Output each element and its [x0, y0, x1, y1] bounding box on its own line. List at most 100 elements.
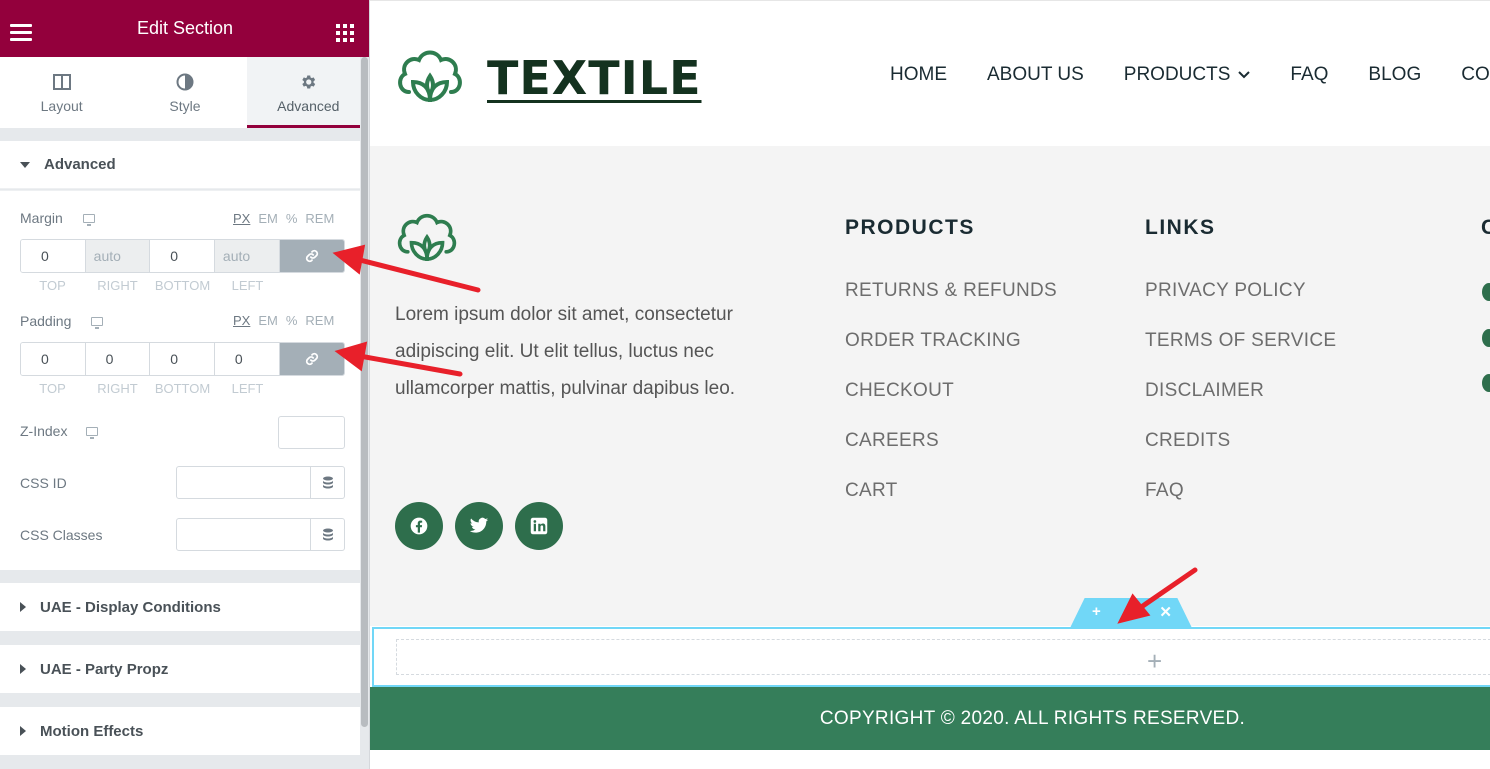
margin-units: PX EM % REM	[233, 211, 334, 226]
tab-layout[interactable]: Layout	[0, 57, 123, 128]
copyright-bar: COPYRIGHT © 2020. ALL RIGHTS RESERVED.	[370, 687, 1490, 750]
nav-item-home[interactable]: HOME	[890, 64, 947, 86]
footer-link[interactable]: CAREERS	[845, 426, 1057, 476]
margin-bottom-input[interactable]: 0	[150, 240, 215, 272]
unit-px[interactable]: PX	[233, 313, 250, 328]
chevron-down-icon	[1238, 71, 1251, 79]
css-id-input[interactable]	[176, 466, 311, 499]
footer-link[interactable]: ORDER TRACKING	[845, 326, 1057, 376]
desktop-icon[interactable]	[86, 427, 98, 439]
linkedin-icon[interactable]	[515, 502, 563, 550]
padding-bottom-input[interactable]: 0	[150, 343, 215, 375]
nav-item-blog[interactable]: BLOG	[1368, 64, 1421, 86]
database-icon	[322, 476, 333, 489]
unit-percent[interactable]: %	[286, 211, 298, 226]
cotton-logo-icon	[397, 213, 457, 261]
footer-links-list: PRIVACY POLICY TERMS OF SERVICE DISCLAIM…	[1145, 276, 1336, 526]
nav-item-faq[interactable]: FAQ	[1290, 64, 1328, 86]
add-element-icon[interactable]: +	[1147, 646, 1162, 677]
section-party-propz[interactable]: UAE - Party Propz	[0, 645, 360, 693]
padding-top-input[interactable]: 0	[21, 343, 86, 375]
caret-right-icon	[20, 726, 26, 736]
copyright-text: COPYRIGHT © 2020. ALL RIGHTS RESERVED.	[819, 707, 1246, 729]
add-icon[interactable]: +	[1092, 603, 1101, 621]
side-label: LEFT	[231, 381, 264, 396]
location-icon	[1482, 283, 1490, 301]
z-index-input[interactable]	[278, 416, 345, 449]
drag-handle-icon[interactable]: ⁞⁞	[1125, 603, 1135, 621]
footer-link[interactable]: FAQ	[1145, 476, 1336, 526]
side-label: TOP	[39, 278, 66, 293]
dynamic-tags-button[interactable]	[311, 466, 345, 499]
footer-link[interactable]: CREDITS	[1145, 426, 1336, 476]
dynamic-tags-button[interactable]	[311, 518, 345, 551]
footer-link[interactable]: TERMS OF SERVICE	[1145, 326, 1336, 376]
panel-header: Edit Section	[0, 0, 369, 57]
side-label: TOP	[39, 381, 66, 396]
padding-left-input[interactable]: 0	[214, 343, 280, 375]
nav-item-about-us[interactable]: ABOUT US	[987, 64, 1084, 86]
nav-item-label: PRODUCTS	[1123, 64, 1231, 85]
link-icon	[305, 352, 318, 366]
empty-column-placeholder[interactable]: +	[396, 639, 1490, 677]
margin-right-input[interactable]: auto	[85, 240, 151, 272]
empty-section[interactable]: +	[372, 627, 1490, 687]
panel-title: Edit Section	[136, 18, 234, 38]
footer-link[interactable]: DISCLAIMER	[1145, 376, 1336, 426]
nav-item-contact[interactable]: CO	[1461, 64, 1490, 86]
widgets-grid-icon[interactable]	[336, 24, 354, 42]
unit-rem[interactable]: REM	[305, 211, 334, 226]
footer-link[interactable]: CHECKOUT	[845, 376, 1057, 426]
contrast-icon	[175, 72, 195, 92]
phone-icon	[1482, 329, 1490, 347]
tab-label: Style	[169, 97, 201, 114]
section-title: UAE - Party Propz	[40, 660, 169, 678]
section-advanced-header[interactable]: Advanced	[0, 141, 360, 189]
footer-section[interactable]: Lorem ipsum dolor sit amet, consectetur …	[370, 146, 1490, 626]
unit-percent[interactable]: %	[286, 313, 298, 328]
close-icon[interactable]: ✕	[1159, 603, 1172, 621]
brand-name[interactable]: TEXTILE	[487, 51, 702, 105]
link-values-button[interactable]	[279, 343, 344, 375]
footer-link[interactable]: CART	[845, 476, 1057, 526]
footer-products-list: RETURNS & REFUNDS ORDER TRACKING CHECKOU…	[845, 276, 1057, 526]
twitter-icon[interactable]	[455, 502, 503, 550]
link-values-button[interactable]	[279, 240, 344, 272]
section-title: Motion Effects	[40, 722, 144, 740]
caret-right-icon	[20, 664, 26, 674]
footer-about-text: Lorem ipsum dolor sit amet, consectetur …	[395, 304, 736, 399]
padding-right-input[interactable]: 0	[85, 343, 151, 375]
scrollbar-thumb[interactable]	[361, 57, 368, 727]
footer-link[interactable]: RETURNS & REFUNDS	[845, 276, 1057, 326]
section-display-conditions[interactable]: UAE - Display Conditions	[0, 583, 360, 631]
desktop-icon[interactable]	[83, 214, 95, 226]
gear-icon	[298, 72, 318, 92]
section-motion-effects[interactable]: Motion Effects	[0, 707, 360, 755]
site-brand[interactable]: TEXTILE	[395, 48, 702, 108]
unit-px[interactable]: PX	[233, 211, 250, 226]
footer-link[interactable]: PRIVACY POLICY	[1145, 276, 1336, 326]
margin-left-input[interactable]: auto	[214, 240, 280, 272]
unit-rem[interactable]: REM	[305, 313, 334, 328]
side-label: BOTTOM	[154, 278, 211, 293]
facebook-icon[interactable]	[395, 502, 443, 550]
caret-right-icon	[20, 602, 26, 612]
panel-scrollbar[interactable]	[360, 57, 369, 769]
section-handle[interactable]: + ⁞⁞ ✕	[1070, 598, 1192, 628]
margin-top-input[interactable]: 0	[21, 240, 86, 272]
cotton-logo-icon	[398, 50, 462, 103]
tab-advanced[interactable]: Advanced	[246, 57, 369, 128]
link-icon	[305, 249, 318, 263]
css-classes-input[interactable]	[176, 518, 311, 551]
desktop-icon[interactable]	[91, 317, 103, 329]
padding-units: PX EM % REM	[233, 313, 334, 328]
nav-item-products[interactable]: PRODUCTS	[1124, 64, 1251, 86]
unit-em[interactable]: EM	[258, 211, 278, 226]
margin-label: Margin	[20, 210, 63, 226]
section-title: Advanced	[44, 156, 116, 173]
margin-side-labels: TOP RIGHT BOTTOM LEFT	[20, 278, 280, 293]
editor-panel: Edit Section Layout Style Advanced Advan…	[0, 0, 370, 769]
unit-em[interactable]: EM	[258, 313, 278, 328]
menu-icon[interactable]	[10, 24, 32, 41]
tab-style[interactable]: Style	[123, 57, 246, 128]
